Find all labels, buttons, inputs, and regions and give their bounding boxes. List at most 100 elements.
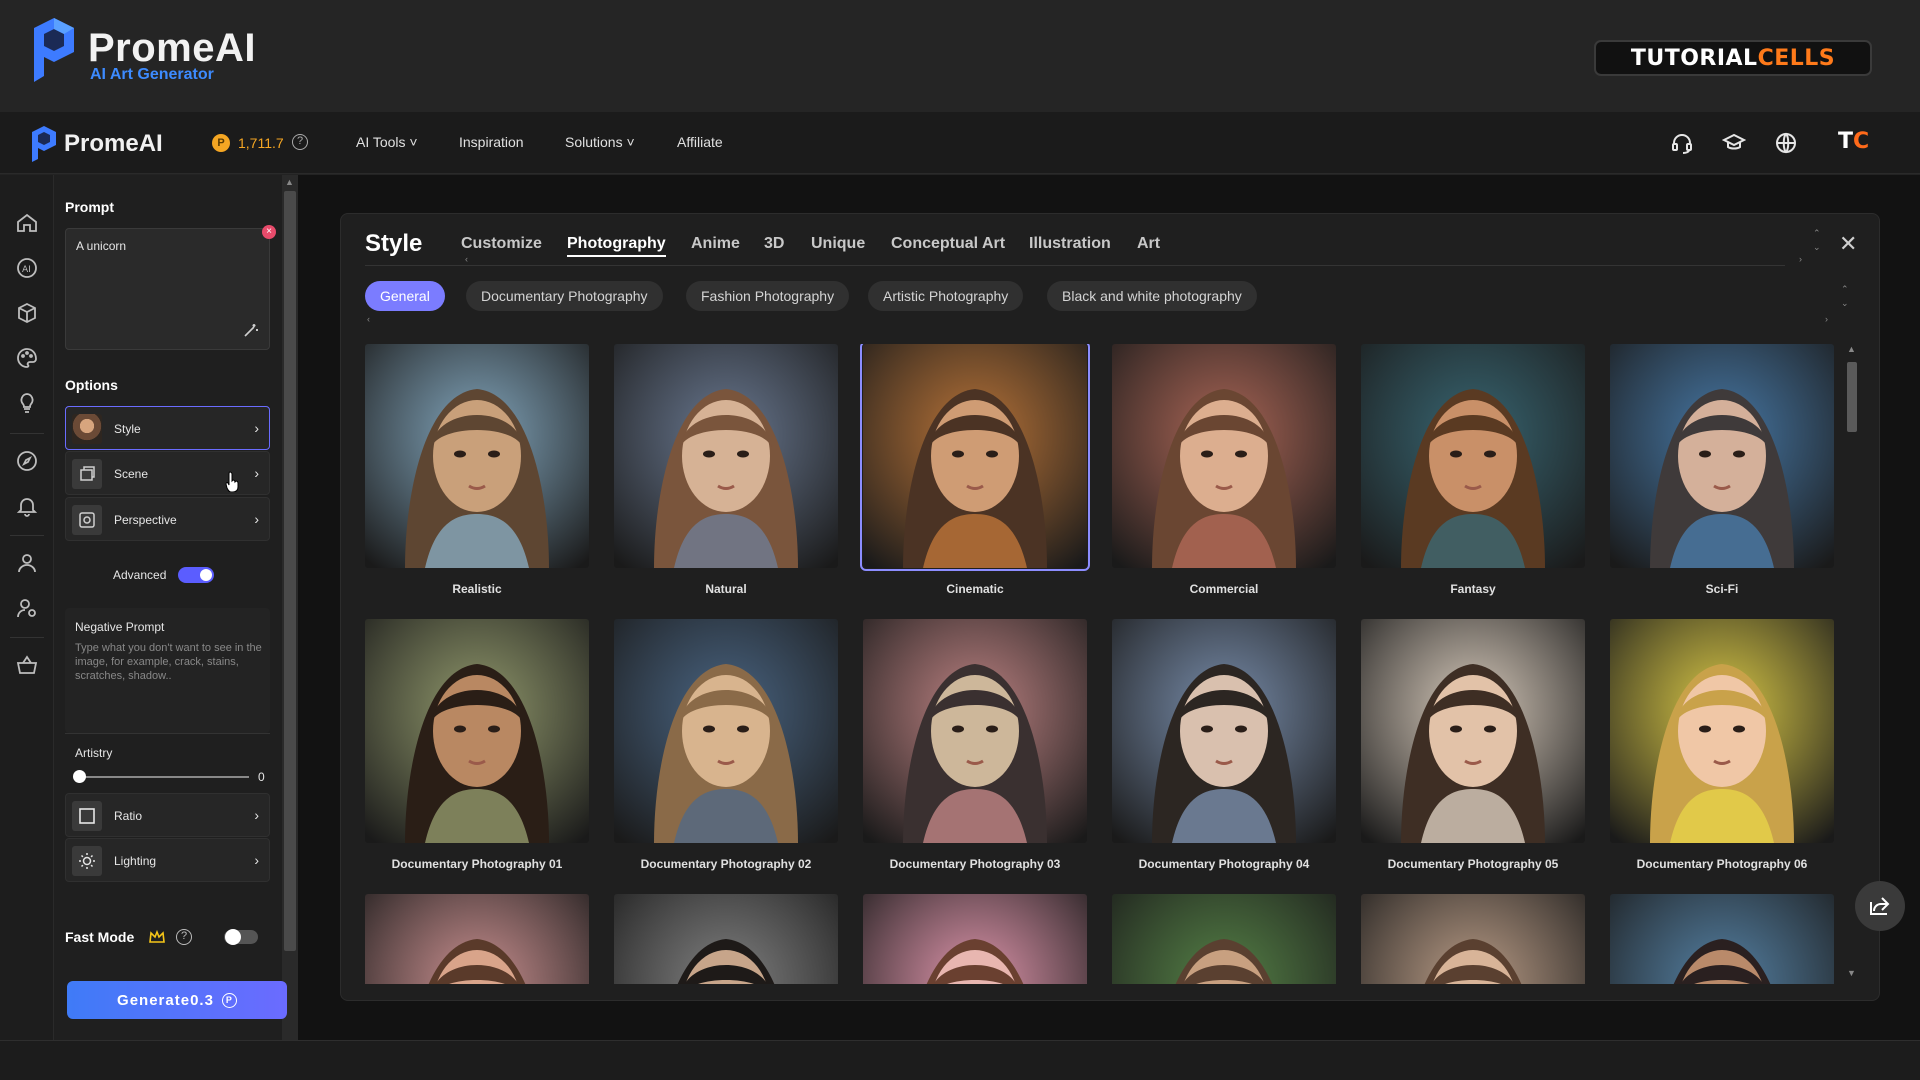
tabs-vscroll-icon[interactable]: ⌃ ⌄ — [1813, 226, 1821, 254]
style-preview-image[interactable] — [1112, 344, 1336, 568]
cube-icon[interactable] — [15, 301, 39, 325]
style-preview-image[interactable] — [614, 344, 838, 568]
chip-artistic-photography[interactable]: Artistic Photography — [868, 281, 1024, 311]
rail-separator — [10, 637, 44, 638]
style-card-label: Documentary Photography 05 — [1387, 857, 1559, 871]
tab-photography[interactable]: Photography — [567, 235, 666, 257]
style-preview-image[interactable] — [365, 894, 589, 984]
share-button[interactable] — [1855, 881, 1905, 931]
advanced-toggle[interactable] — [178, 567, 214, 583]
tab-3d[interactable]: 3D — [764, 235, 784, 253]
chip-black-and-white-photography[interactable]: Black and white photography — [1047, 281, 1257, 311]
option-style[interactable]: Style › — [65, 406, 270, 450]
style-preview-image[interactable] — [1112, 894, 1336, 984]
tab-illustration[interactable]: Illustration — [1029, 235, 1111, 253]
basket-icon[interactable] — [15, 653, 39, 677]
style-card-label: Documentary Photography 01 — [391, 857, 563, 871]
scrollbar-thumb[interactable] — [1847, 362, 1857, 432]
scroll-down-arrow-icon[interactable]: ▼ — [1847, 968, 1856, 978]
bulb-icon[interactable] — [15, 391, 39, 415]
chip-general[interactable]: General — [365, 281, 445, 311]
gallery-scrollbar[interactable]: ▲ ▼ — [1845, 344, 1857, 984]
tab-conceptual-art[interactable]: Conceptual Art — [891, 235, 1005, 253]
chip-fashion-photography[interactable]: Fashion Photography — [686, 281, 850, 311]
style-preview-image[interactable] — [1610, 894, 1834, 984]
style-preview-image[interactable] — [1112, 619, 1336, 843]
style-card-label: Documentary Photography 03 — [889, 857, 1061, 871]
fast-mode-label: Fast Mode — [65, 929, 135, 945]
negative-prompt-placeholder[interactable]: Type what you don't want to see in the i… — [75, 641, 265, 683]
style-preview-image[interactable] — [365, 344, 589, 568]
user-icon[interactable] — [15, 551, 39, 575]
chips-scroll-right-icon[interactable]: › — [1825, 314, 1828, 324]
style-preview-image[interactable] — [1610, 619, 1834, 843]
style-card-label: Documentary Photography 02 — [640, 857, 812, 871]
tab-customize[interactable]: Customize — [461, 235, 542, 253]
bell-icon[interactable] — [15, 494, 39, 518]
prompt-value[interactable]: A unicorn — [76, 239, 126, 253]
style-preview-image[interactable] — [614, 894, 838, 984]
artistry-slider-track[interactable] — [79, 776, 249, 778]
clear-prompt-icon[interactable]: × — [262, 225, 276, 239]
nav-solutions[interactable]: Solutions ˅ — [565, 134, 635, 150]
ai-icon[interactable]: AI — [15, 256, 39, 280]
graduation-cap-icon[interactable] — [1722, 131, 1746, 155]
home-icon[interactable] — [15, 211, 39, 235]
nav-brand[interactable]: PromeAI — [64, 130, 163, 158]
tab-unique[interactable]: Unique — [811, 235, 865, 253]
ratio-icon — [72, 801, 102, 831]
style-preview-image[interactable] — [1361, 344, 1585, 568]
fast-mode-help-icon[interactable]: ? — [176, 929, 192, 945]
globe-icon[interactable] — [1774, 131, 1798, 155]
option-perspective[interactable]: Perspective › — [65, 497, 270, 541]
tabs-scroll-left-icon[interactable]: ‹ — [465, 254, 468, 264]
option-ratio[interactable]: Ratio › — [65, 793, 270, 837]
user-settings-icon[interactable] — [15, 596, 39, 620]
chevron-right-icon: › — [254, 852, 259, 868]
nav-ai-tools[interactable]: AI Tools ˅ — [356, 134, 418, 150]
promeai-nav-logo-icon[interactable] — [30, 126, 60, 162]
magic-wand-icon[interactable] — [242, 321, 260, 339]
chevron-right-icon: › — [254, 465, 259, 481]
fast-mode-toggle[interactable] — [224, 929, 258, 945]
style-preview-image[interactable] — [365, 619, 589, 843]
chips-scroll-left-icon[interactable]: ‹ — [367, 314, 370, 324]
chips-vscroll-icon[interactable]: ⌃ ⌄ — [1841, 282, 1849, 310]
style-preview-image[interactable] — [863, 619, 1087, 843]
style-card-label: Documentary Photography 06 — [1636, 857, 1808, 871]
style-preview-image[interactable] — [1610, 344, 1834, 568]
artistry-slider-knob[interactable] — [73, 770, 86, 783]
tabs-scroll-right-icon[interactable]: › — [1799, 254, 1802, 264]
compass-icon[interactable] — [15, 449, 39, 473]
style-card-label: Documentary Photography 04 — [1138, 857, 1310, 871]
avatar[interactable]: TC — [1838, 129, 1882, 157]
palette-icon[interactable] — [15, 346, 39, 370]
nav-affiliate[interactable]: Affiliate — [677, 134, 723, 150]
credits-help-icon[interactable]: ? — [292, 134, 308, 150]
style-preview-image[interactable] — [1361, 894, 1585, 984]
chevron-right-icon: › — [254, 807, 259, 823]
tab-art[interactable]: Art — [1137, 235, 1160, 253]
negative-prompt-box[interactable]: Negative Prompt Type what you don't want… — [65, 608, 270, 733]
style-preview-image[interactable] — [614, 619, 838, 843]
prompt-input[interactable]: A unicorn × — [65, 225, 276, 350]
style-preview-image[interactable] — [1361, 619, 1585, 843]
chip-documentary-photography[interactable]: Documentary Photography — [466, 281, 663, 311]
generate-button[interactable]: Generate0.3 P — [67, 981, 287, 1019]
panel-scrollbar[interactable]: ▲ — [282, 175, 298, 1040]
scene-icon — [72, 459, 102, 489]
prompt-title: Prompt — [65, 199, 114, 215]
option-lighting[interactable]: Lighting › — [65, 838, 270, 882]
nav-inspiration[interactable]: Inspiration — [459, 134, 524, 150]
advanced-label: Advanced — [113, 568, 167, 582]
headset-icon[interactable] — [1670, 131, 1694, 155]
style-card-label: Realistic — [452, 582, 502, 596]
bottom-bar — [0, 1040, 1920, 1080]
style-preview-image[interactable] — [863, 894, 1087, 984]
close-icon[interactable]: ✕ — [1839, 233, 1857, 255]
scrollbar-thumb[interactable] — [284, 191, 296, 951]
scroll-up-arrow-icon[interactable]: ▲ — [1847, 344, 1856, 354]
tab-anime[interactable]: Anime — [691, 235, 740, 253]
scroll-up-arrow-icon[interactable]: ▲ — [285, 177, 294, 187]
style-preview-image[interactable] — [860, 344, 1090, 571]
